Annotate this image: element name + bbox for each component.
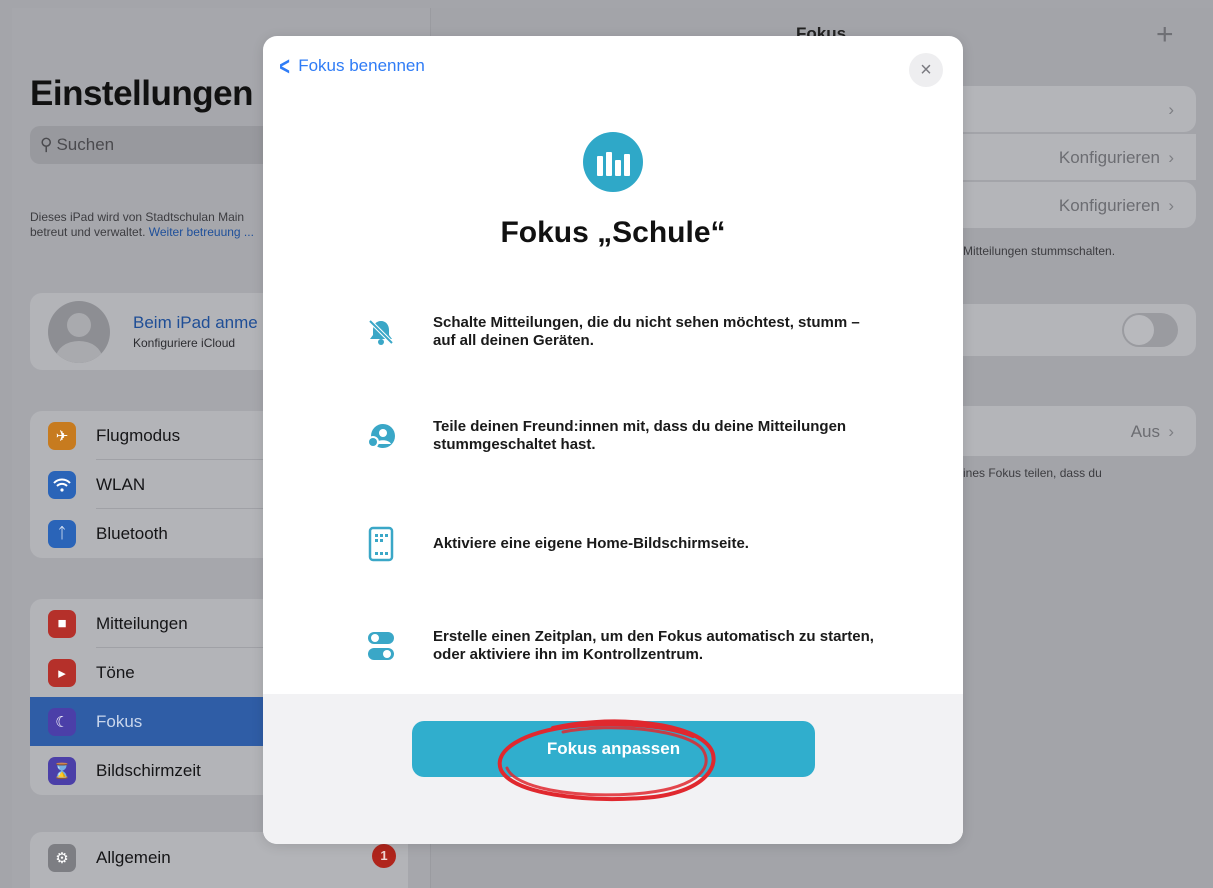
share-status-value: Aus [1130, 422, 1160, 441]
sheet-heading: Fokus „Schule“ [500, 216, 726, 249]
hourglass-icon: ⌛ [48, 756, 76, 785]
sidebar-item-label: Flugmodus [96, 425, 181, 445]
focus-status-icon [363, 418, 399, 454]
profile-subtitle: Konfiguriere iCloud [133, 336, 236, 350]
search-icon: ⚲ [40, 135, 53, 154]
sidebar-item-label: Mitteilungen [96, 613, 188, 633]
notification-badge: 1 [372, 844, 396, 868]
sounds-icon: ▸ [48, 658, 76, 687]
bluetooth-icon: ᛏ [48, 519, 76, 548]
chevron-left-icon: < [279, 51, 290, 81]
add-icon[interactable]: + [1156, 18, 1174, 52]
detail-row-toggle [960, 304, 1196, 356]
toggle-switch[interactable] [1122, 313, 1178, 347]
chevron-right-icon: › [1168, 100, 1174, 119]
chevron-right-icon: › [1168, 196, 1174, 215]
sidebar-item-label: Töne [96, 662, 135, 682]
configure-label: Konfigurieren [1058, 148, 1160, 167]
focus-setup-sheet: < Fokus benennen × Fokus „Schule“ Schalt… [263, 36, 963, 844]
sidebar-item-label: Bildschirmzeit [96, 760, 201, 780]
school-focus-icon [583, 132, 643, 192]
search-placeholder: Suchen [56, 135, 115, 154]
home-screen-icon [363, 526, 399, 562]
sidebar-item-label: Fokus [96, 711, 143, 731]
avatar [48, 301, 110, 363]
feature-text: Aktiviere eine eigene Home-Bildschirmsei… [433, 535, 749, 552]
gear-icon: ⚙ [48, 844, 76, 872]
managed-note-link[interactable]: Weiter betreuung ... [149, 225, 254, 239]
detail-row-configure-2[interactable]: Konfigurieren › [960, 182, 1196, 228]
mute-note: Mitteilungen stummschalten. [963, 244, 1116, 258]
sidebar-title: Einstellungen [30, 74, 253, 113]
feature-row-silence: Schalte Mitteilungen, die du nicht sehen… [363, 314, 883, 350]
feature-text: Schalte Mitteilungen, die du nicht sehen… [433, 314, 860, 349]
customize-focus-button[interactable]: Fokus anpassen [412, 721, 815, 777]
detail-row-share-status[interactable]: Aus › [960, 406, 1196, 456]
configure-label: Konfigurieren [1058, 196, 1160, 215]
chevron-right-icon: › [1168, 148, 1174, 167]
moon-icon: ☾ [48, 707, 76, 736]
back-label: Fokus benennen [298, 56, 425, 75]
detail-row-configure-1[interactable]: Konfigurieren › [960, 134, 1196, 180]
managed-note: Dieses iPad wird von Stadtschulan Main b… [30, 210, 270, 240]
wifi-icon [48, 470, 76, 499]
chevron-right-icon: › [1168, 422, 1174, 441]
feature-text: Erstelle einen Zeitplan, um den Fokus au… [433, 628, 874, 663]
feature-row-share-status: Teile deinen Freund:innen mit, dass du d… [363, 418, 883, 454]
feature-text: Teile deinen Freund:innen mit, dass du d… [433, 418, 847, 453]
back-button[interactable]: < Fokus benennen [277, 51, 425, 81]
sidebar-item-label: Bluetooth [96, 523, 168, 543]
airplane-icon: ✈ [48, 421, 76, 450]
bell-slash-icon [363, 314, 399, 350]
feature-row-schedule: Erstelle einen Zeitplan, um den Fokus au… [363, 628, 883, 664]
sidebar-item-label: WLAN [96, 474, 146, 494]
profile-title: Beim iPad anme [133, 313, 258, 332]
toggles-icon [363, 628, 399, 664]
close-button[interactable]: × [909, 53, 943, 87]
share-note: ines Fokus teilen, dass du [963, 466, 1102, 480]
feature-row-home-screen: Aktiviere eine eigene Home-Bildschirmsei… [363, 526, 883, 562]
sidebar-item-label: Allgemein [96, 848, 171, 867]
notifications-icon: ■ [48, 609, 76, 638]
detail-row-1[interactable]: › [960, 86, 1196, 132]
